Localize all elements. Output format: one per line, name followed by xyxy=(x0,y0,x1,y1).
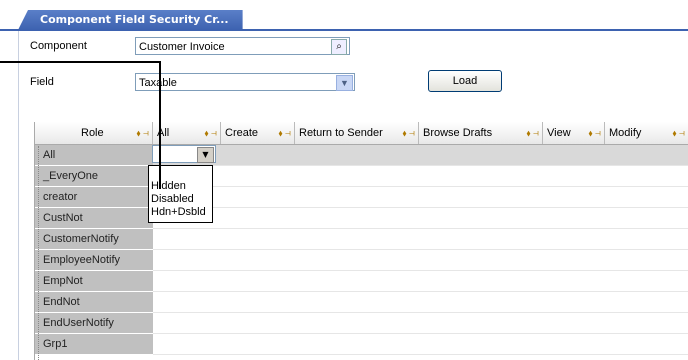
component-input[interactable]: Customer Invoice ⌕ xyxy=(135,37,350,55)
role-cell: Grp1 xyxy=(35,334,153,355)
table-row[interactable]: All xyxy=(35,145,688,166)
component-label: Component xyxy=(30,40,87,52)
role-cell: CustNot xyxy=(35,208,153,229)
column-header-modify[interactable]: Modify ⬧ ⊣ xyxy=(605,122,688,144)
column-header-all[interactable]: All ⬧ ⊣ xyxy=(153,122,221,144)
component-value: Customer Invoice xyxy=(139,41,225,53)
callout-line xyxy=(0,61,161,63)
security-grid: Role ⬧ ⊣ All ⬧ ⊣ Create ⬧ ⊣ Return to Sende… xyxy=(34,122,688,360)
all-permission-select[interactable]: ▼ xyxy=(152,145,216,163)
tree-connector xyxy=(38,146,40,360)
role-cell: EmpNot xyxy=(35,271,153,292)
field-select[interactable]: Taxable ▼ xyxy=(135,73,355,91)
column-header-return-to-sender[interactable]: Return to Sender ⬧ ⊣ xyxy=(295,122,419,144)
table-row[interactable]: CustomerNotify xyxy=(35,229,688,250)
role-cell: EndUserNotify xyxy=(35,313,153,334)
role-cell: _EveryOne xyxy=(35,166,153,187)
pin-icon[interactable]: ⬧ ⊣ xyxy=(527,122,539,144)
role-cell: CustomerNotify xyxy=(35,229,153,250)
chevron-down-icon[interactable]: ▼ xyxy=(197,147,214,163)
column-header-role[interactable]: Role ⬧ ⊣ xyxy=(35,122,153,144)
pin-icon[interactable]: ⬧ ⊣ xyxy=(279,122,291,144)
pin-icon[interactable]: ⬧ ⊣ xyxy=(673,122,685,144)
table-row[interactable]: _EveryOne xyxy=(35,166,688,187)
field-label: Field xyxy=(30,76,54,88)
table-row[interactable]: EmpNot xyxy=(35,271,688,292)
grid-header: Role ⬧ ⊣ All ⬧ ⊣ Create ⬧ ⊣ Return to Sende… xyxy=(35,122,688,145)
table-row[interactable]: CustNot xyxy=(35,208,688,229)
tab-strip: Component Field Security Cr... xyxy=(0,0,688,31)
pin-icon[interactable]: ⬧ ⊣ xyxy=(137,122,149,144)
permission-dropdown-menu: Hidden Disabled Hdn+Dsbld xyxy=(148,165,213,223)
table-row[interactable]: EndUserNotify xyxy=(35,313,688,334)
role-cell: EndNot xyxy=(35,292,153,313)
column-header-view[interactable]: View ⬧ ⊣ xyxy=(543,122,605,144)
role-cell: All xyxy=(35,145,153,166)
column-header-create[interactable]: Create ⬧ ⊣ xyxy=(221,122,295,144)
role-cell: EmployeeNotify xyxy=(35,250,153,271)
pin-icon[interactable]: ⬧ ⊣ xyxy=(205,122,217,144)
tab-component-field-security[interactable]: Component Field Security Cr... xyxy=(18,10,243,30)
table-row[interactable]: EmployeeNotify xyxy=(35,250,688,271)
table-row[interactable]: Grp1 xyxy=(35,334,688,355)
callout-line xyxy=(159,61,161,189)
magnifier-icon[interactable]: ⌕ xyxy=(331,39,347,55)
table-row[interactable]: EndNot xyxy=(35,292,688,313)
table-row[interactable]: creator xyxy=(35,187,688,208)
option-hdn-dsbld[interactable]: Hdn+Dsbld xyxy=(151,206,212,219)
load-button[interactable]: Load xyxy=(428,70,502,92)
field-value: Taxable xyxy=(139,77,177,89)
pin-icon[interactable]: ⬧ ⊣ xyxy=(403,122,415,144)
column-header-browse-drafts[interactable]: Browse Drafts ⬧ ⊣ xyxy=(419,122,543,144)
chevron-down-icon[interactable]: ▼ xyxy=(336,75,353,91)
role-cell: creator xyxy=(35,187,153,208)
pin-icon[interactable]: ⬧ ⊣ xyxy=(589,122,601,144)
option-disabled[interactable]: Disabled xyxy=(151,193,212,206)
